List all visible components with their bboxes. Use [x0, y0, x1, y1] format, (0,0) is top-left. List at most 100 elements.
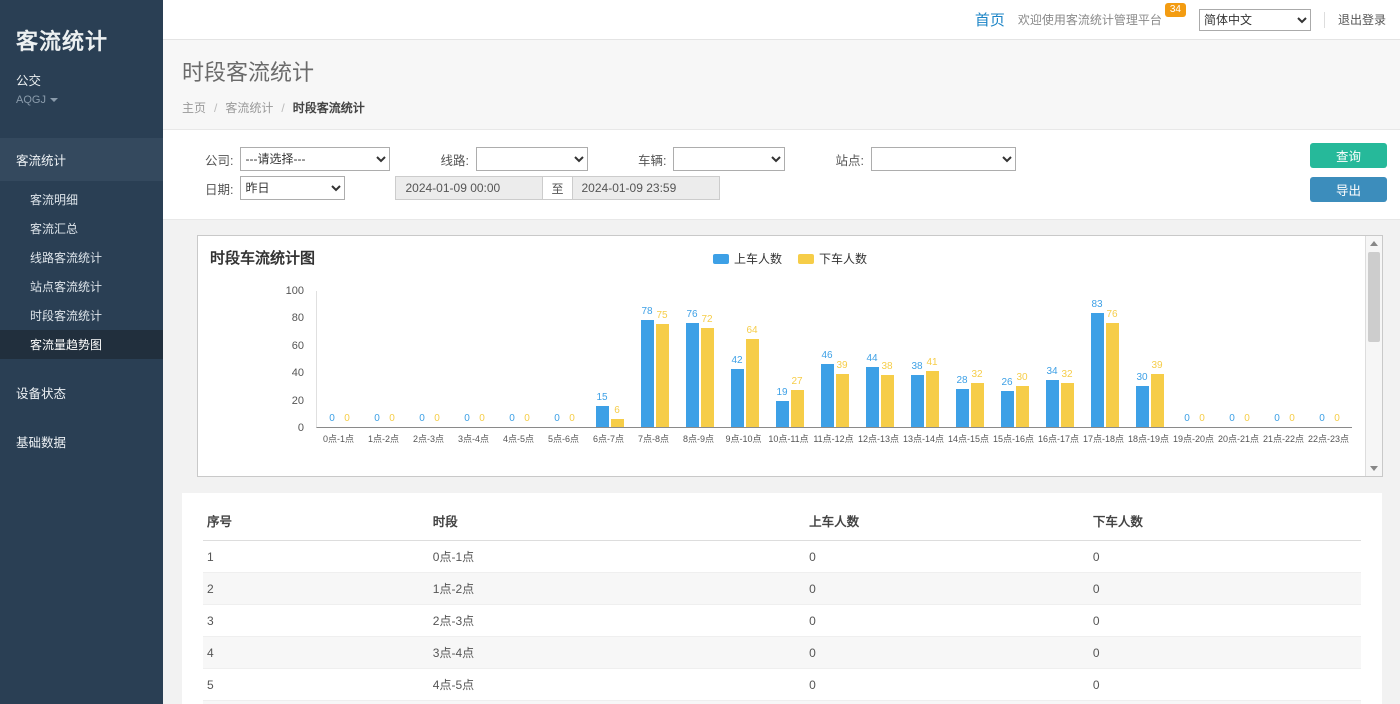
date-start-input[interactable] [395, 176, 543, 200]
chart-category-slot: 2630 [992, 290, 1037, 427]
bar: 76 [686, 323, 699, 427]
bar-value-label: 0 [1229, 413, 1235, 424]
home-link[interactable]: 首页 [975, 9, 1005, 30]
y-axis-label: 0 [298, 422, 304, 434]
scroll-down-button[interactable] [1366, 461, 1382, 476]
caret-down-icon [50, 98, 58, 102]
bar-value-label: 0 [1319, 413, 1325, 424]
x-axis-label: 8点-9点 [676, 432, 721, 445]
y-axis-label: 80 [292, 312, 304, 324]
bar-value-label: 42 [731, 355, 742, 366]
company-label: 公司: [205, 150, 233, 169]
bar-value-label: 15 [596, 392, 607, 403]
legend-item[interactable]: 下车人数 [798, 250, 867, 267]
bar-value-label: 30 [1136, 372, 1147, 383]
station-label: 站点: [835, 150, 863, 169]
language-select[interactable]: 简体中文 [1199, 9, 1311, 31]
company-select[interactable]: ---请选择--- [240, 147, 390, 171]
line-select[interactable] [476, 147, 588, 171]
bar: 6 [611, 419, 624, 427]
sidebar-subitem[interactable]: 客流明细 [0, 185, 163, 214]
header-boarding: 上车人数 [805, 501, 1089, 541]
date-end-input[interactable] [572, 176, 720, 200]
query-button[interactable]: 查询 [1310, 143, 1387, 168]
vehicle-select[interactable] [673, 147, 785, 171]
export-button[interactable]: 导出 [1310, 177, 1387, 202]
vehicle-label: 车辆: [638, 150, 666, 169]
chart-category-slot: 00 [542, 290, 587, 427]
logout-link[interactable]: 退出登录 [1324, 12, 1386, 28]
sidebar-subitem[interactable]: 客流汇总 [0, 214, 163, 243]
bar-value-label: 32 [971, 369, 982, 380]
sidebar-item-basic-data[interactable]: 基础数据 [0, 420, 163, 463]
x-axis-label: 2点-3点 [406, 432, 451, 445]
table-cell: 2点-3点 [429, 605, 805, 637]
chart-vertical-scrollbar[interactable] [1365, 236, 1382, 476]
sidebar-subitem[interactable]: 客流量趋势图 [0, 330, 163, 359]
bar-value-label: 38 [911, 361, 922, 372]
legend-item[interactable]: 上车人数 [713, 250, 782, 267]
bar: 39 [1151, 374, 1164, 427]
header-period: 时段 [429, 501, 805, 541]
bar-value-label: 83 [1091, 299, 1102, 310]
station-select[interactable] [871, 147, 1016, 171]
sidebar-subitem[interactable]: 线路客流统计 [0, 243, 163, 272]
x-axis-label: 0点-1点 [316, 432, 361, 445]
chart-category-slot: 83 76 [1082, 290, 1127, 427]
sidebar-menu: 客流统计 客流明细客流汇总线路客流统计站点客流统计时段客流统计客流量趋势图 设备… [0, 138, 163, 463]
chart-category-slot: 00 [1217, 290, 1262, 427]
bar-value-label: 0 [1199, 413, 1205, 424]
table-card: 序号 时段 上车人数 下车人数 10点-1点0021点-2点0032点-3点00… [182, 493, 1382, 704]
table-cell: 0 [1089, 541, 1361, 573]
bar: 64 [746, 339, 759, 427]
header-alighting: 下车人数 [1089, 501, 1361, 541]
table-row: 65点-6点00 [203, 701, 1361, 704]
bar-value-label: 0 [464, 413, 470, 424]
bar-value-label: 39 [1151, 360, 1162, 371]
chart-category-slot: 7875 [632, 290, 677, 427]
scroll-up-button[interactable] [1366, 236, 1382, 251]
filter-row-2: 日期: 昨日 至 [205, 176, 1290, 200]
account-dropdown[interactable]: AQGJ [16, 94, 147, 106]
breadcrumb-separator: / [281, 101, 284, 115]
x-axis-label: 15点-16点 [991, 432, 1036, 445]
bar-value-label: 76 [686, 309, 697, 320]
sidebar-item-passenger-stats[interactable]: 客流统计 [0, 138, 163, 181]
chart-x-axis: 0点-1点1点-2点2点-3点3点-4点4点-5点5点-6点6点-7点7点-8点… [316, 428, 1352, 445]
x-axis-label: 13点-14点 [901, 432, 946, 445]
table-row: 21点-2点00 [203, 573, 1361, 605]
bar-value-label: 0 [1289, 413, 1295, 424]
chart: 020406080100 000000000000156787576724264… [198, 291, 1352, 445]
bar-value-label: 39 [836, 360, 847, 371]
table-cell: 0 [1089, 669, 1361, 701]
line-filter-group: 线路: [440, 147, 587, 171]
chart-category-slot: 4438 [857, 290, 902, 427]
bar-value-label: 32 [1061, 369, 1072, 380]
x-axis-label: 16点-17点 [1036, 432, 1081, 445]
bar-value-label: 76 [1106, 309, 1117, 320]
bar-value-label: 19 [776, 387, 787, 398]
sidebar: 客流统计 公交 AQGJ 客流统计 客流明细客流汇总线路客流统计站点客流统计时段… [0, 0, 163, 704]
chart-category-slot: 00 [407, 290, 452, 427]
table-cell: 0点-1点 [429, 541, 805, 573]
date-range-select[interactable]: 昨日 [240, 176, 345, 200]
sidebar-item-device-status[interactable]: 设备状态 [0, 371, 163, 414]
chart-category-slot: 00 [362, 290, 407, 427]
sidebar-subitem[interactable]: 时段客流统计 [0, 301, 163, 330]
table-cell: 0 [1089, 701, 1361, 704]
bar-value-label: 41 [926, 357, 937, 368]
chart-category-slot: 4639 [812, 290, 857, 427]
breadcrumb-item[interactable]: 客流统计 [225, 99, 273, 116]
y-axis-label: 100 [286, 285, 304, 297]
table-cell: 5点-6点 [429, 701, 805, 704]
scrollbar-thumb[interactable] [1368, 252, 1380, 342]
bar: 42 [731, 369, 744, 427]
line-label: 线路: [440, 150, 468, 169]
sidebar-subitem[interactable]: 站点客流统计 [0, 272, 163, 301]
chart-category-slot: 38 41 [902, 290, 947, 427]
table-cell: 3点-4点 [429, 637, 805, 669]
x-axis-label: 9点-10点 [721, 432, 766, 445]
breadcrumb-item[interactable]: 主页 [182, 99, 206, 116]
bar-value-label: 0 [1334, 413, 1340, 424]
chart-category-slot: 30 39 [1127, 290, 1172, 427]
